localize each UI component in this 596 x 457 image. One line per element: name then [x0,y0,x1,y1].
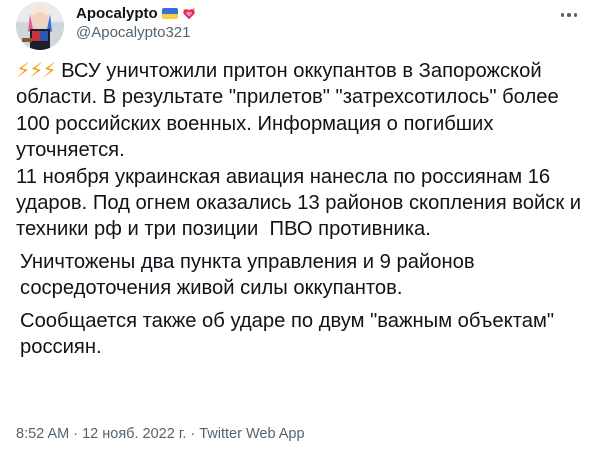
tweet-paragraph-4: Сообщается также об ударе по двум "важны… [20,309,560,359]
display-name-row[interactable]: Apocalypto [76,4,196,23]
more-options-icon[interactable] [558,8,580,22]
tweet: Apocalypto @Apocalypto321 ⚡⚡⚡ ВСУ уничто… [0,0,596,457]
handle[interactable]: @Apocalypto321 [76,23,196,42]
tweet-paragraph-2: 11 ноября украинская авиация нанесла по … [16,165,587,241]
display-name[interactable]: Apocalypto [76,4,158,23]
lightning-icons: ⚡⚡⚡ [16,60,57,82]
tweet-line-1: ВСУ уничтожили притон оккупантов в Запор… [16,60,565,162]
ukraine-flag-icon [161,8,178,19]
avatar-image [16,2,64,50]
tweet-text: ⚡⚡⚡ ВСУ уничтожили притон оккупантов в З… [16,58,586,360]
tweet-timestamp[interactable]: 8:52 AM · 12 нояб. 2022 г. · Twitter Web… [16,426,305,442]
avatar[interactable] [16,2,64,50]
author-names: Apocalypto @Apocalypto321 [76,4,196,42]
tweet-paragraph-1: ⚡⚡⚡ ВСУ уничтожили притон оккупантов в З… [16,58,586,164]
tweet-header: Apocalypto @Apocalypto321 [16,2,580,50]
tweet-paragraph-3: Уничтожены два пункта управления и 9 рай… [20,250,481,300]
sparkling-heart-icon [183,7,195,19]
